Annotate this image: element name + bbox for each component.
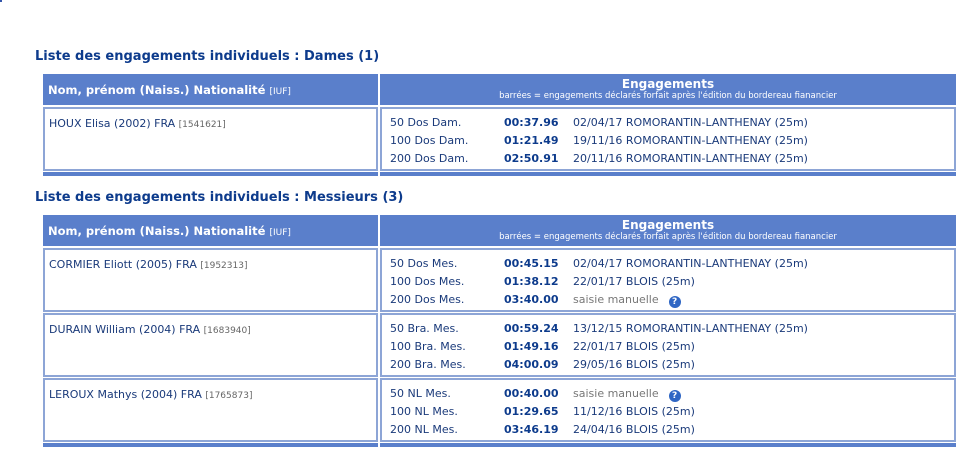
entry-event: 200 Dos Mes. [390, 293, 465, 306]
entry-row: 200 Bra. Mes. 04:00.09 29/05/16 BLOIS (2… [390, 358, 950, 376]
table-messieurs: Nom, prénom (Naiss.) Nationalité [IUF] E… [43, 215, 956, 450]
entry-row: 200 Dos Dam. 02:50.91 20/11/16 ROMORANTI… [390, 152, 950, 170]
entry-time: 00:40.00 [504, 387, 559, 400]
header-eng-col: Engagements barrées = engagements déclar… [380, 215, 956, 246]
swimmer-link[interactable]: CORMIER Eliott (2005) FRA [49, 258, 197, 271]
help-icon[interactable]: ? [668, 390, 681, 402]
header-eng-note: barrées = engagements déclarés forfait a… [499, 232, 837, 242]
entries-cell: 50 NL Mes. 00:40.00 saisie manuelle? 100… [380, 378, 956, 442]
entry-event: 50 Dos Dam. [390, 116, 462, 129]
swimmer-name: CORMIER Eliott (2005) FRA [1952313] [49, 258, 247, 271]
entry-detail: 13/12/15 ROMORANTIN-LANTHENAY (25m) [573, 322, 808, 335]
swimmer-name: LEROUX Mathys (2004) FRA [1765873] [49, 388, 252, 401]
header-iuf-label: [IUF] [269, 228, 291, 238]
entry-time: 03:40.00 [504, 293, 559, 306]
entry-row: 100 NL Mes. 01:29.65 11/12/16 BLOIS (25m… [390, 405, 950, 423]
entry-row: 50 Bra. Mes. 00:59.24 13/12/15 ROMORANTI… [390, 322, 950, 340]
entry-detail: 11/12/16 BLOIS (25m) [573, 405, 695, 418]
entry-row: 50 Dos Dam. 00:37.96 02/04/17 ROMORANTIN… [390, 116, 950, 134]
header-name-label: Nom, prénom (Naiss.) Nationalité [48, 83, 266, 97]
table-footer-left [43, 443, 378, 447]
entries-cell: 50 Dos Mes. 00:45.15 02/04/17 ROMORANTIN… [380, 248, 956, 312]
header-eng-note: barrées = engagements déclarés forfait a… [499, 91, 837, 101]
entry-event: 50 Bra. Mes. [390, 322, 459, 335]
entries-cell: 50 Bra. Mes. 00:59.24 13/12/15 ROMORANTI… [380, 313, 956, 377]
entry-event: 200 NL Mes. [390, 423, 458, 436]
table-dames: Nom, prénom (Naiss.) Nationalité [IUF] E… [43, 74, 956, 176]
entry-time: 01:21.49 [504, 134, 559, 147]
swimmer-cell: CORMIER Eliott (2005) FRA [1952313] [43, 248, 378, 312]
header-eng-label: Engagements [621, 218, 715, 232]
entries-cell: 50 Dos Dam. 00:37.96 02/04/17 ROMORANTIN… [380, 107, 956, 171]
swimmer-iuf: [1765873] [205, 391, 253, 401]
entry-time: 00:59.24 [504, 322, 559, 335]
entry-detail: 02/04/17 ROMORANTIN-LANTHENAY (25m) [573, 257, 808, 270]
entry-row: 200 NL Mes. 03:46.19 24/04/16 BLOIS (25m… [390, 423, 950, 441]
swimmer-iuf: [1683940] [203, 326, 251, 336]
header-name-label: Nom, prénom (Naiss.) Nationalité [48, 224, 266, 238]
entry-row: 100 Dos Mes. 01:38.12 22/01/17 BLOIS (25… [390, 275, 950, 293]
entry-time: 00:45.15 [504, 257, 559, 270]
swimmer-cell: DURAIN William (2004) FRA [1683940] [43, 313, 378, 377]
entry-event: 100 Dos Dam. [390, 134, 469, 147]
swimmer-name: DURAIN William (2004) FRA [1683940] [49, 323, 251, 336]
header-name-col: Nom, prénom (Naiss.) Nationalité [IUF] [43, 215, 378, 246]
entry-event: 100 Dos Mes. [390, 275, 465, 288]
table-footer-right [380, 443, 956, 447]
table-footer-left [43, 172, 378, 176]
entry-time: 03:46.19 [504, 423, 559, 436]
swimmer-iuf: [1952313] [200, 261, 248, 271]
entry-time: 01:29.65 [504, 405, 559, 418]
entry-row: 100 Dos Dam. 01:21.49 19/11/16 ROMORANTI… [390, 134, 950, 152]
swimmer-link[interactable]: LEROUX Mathys (2004) FRA [49, 388, 202, 401]
header-iuf-label: [IUF] [269, 87, 291, 97]
entry-detail: 19/11/16 ROMORANTIN-LANTHENAY (25m) [573, 134, 808, 147]
entry-detail: 22/01/17 BLOIS (25m) [573, 340, 695, 353]
swimmer-iuf: [1541621] [178, 120, 226, 130]
entry-detail: saisie manuelle? [573, 387, 681, 402]
entry-event: 100 Bra. Mes. [390, 340, 466, 353]
entry-detail: 22/01/17 BLOIS (25m) [573, 275, 695, 288]
entry-event: 200 Dos Dam. [390, 152, 469, 165]
swimmer-cell: LEROUX Mathys (2004) FRA [1765873] [43, 378, 378, 442]
entry-detail: 24/04/16 BLOIS (25m) [573, 423, 695, 436]
header-name-col: Nom, prénom (Naiss.) Nationalité [IUF] [43, 74, 378, 105]
manual-entry-label: saisie manuelle [573, 293, 659, 306]
entry-event: 200 Bra. Mes. [390, 358, 466, 371]
corner-dot [0, 0, 2, 2]
entry-time: 02:50.91 [504, 152, 559, 165]
header-eng-col: Engagements barrées = engagements déclar… [380, 74, 956, 105]
help-icon[interactable]: ? [668, 296, 681, 308]
entry-detail: saisie manuelle? [573, 293, 681, 308]
entry-event: 50 NL Mes. [390, 387, 451, 400]
entry-detail: 20/11/16 ROMORANTIN-LANTHENAY (25m) [573, 152, 808, 165]
section-title-messieurs: Liste des engagements individuels : Mess… [35, 190, 404, 205]
swimmer-cell: HOUX Elisa (2002) FRA [1541621] [43, 107, 378, 171]
entry-time: 01:49.16 [504, 340, 559, 353]
header-eng-label: Engagements [621, 77, 715, 91]
swimmer-link[interactable]: HOUX Elisa (2002) FRA [49, 117, 175, 130]
entry-detail: 29/05/16 BLOIS (25m) [573, 358, 695, 371]
entry-time: 04:00.09 [504, 358, 559, 371]
entry-event: 50 Dos Mes. [390, 257, 458, 270]
entry-time: 00:37.96 [504, 116, 559, 129]
entry-time: 01:38.12 [504, 275, 559, 288]
entry-event: 100 NL Mes. [390, 405, 458, 418]
table-footer-right [380, 172, 956, 176]
manual-entry-label: saisie manuelle [573, 387, 659, 400]
swimmer-link[interactable]: DURAIN William (2004) FRA [49, 323, 200, 336]
entry-row: 50 NL Mes. 00:40.00 saisie manuelle? [390, 387, 950, 405]
entry-row: 50 Dos Mes. 00:45.15 02/04/17 ROMORANTIN… [390, 257, 950, 275]
entry-row: 200 Dos Mes. 03:40.00 saisie manuelle? [390, 293, 950, 311]
entry-row: 100 Bra. Mes. 01:49.16 22/01/17 BLOIS (2… [390, 340, 950, 358]
section-title-dames: Liste des engagements individuels : Dame… [35, 49, 380, 64]
swimmer-name: HOUX Elisa (2002) FRA [1541621] [49, 117, 226, 130]
entry-detail: 02/04/17 ROMORANTIN-LANTHENAY (25m) [573, 116, 808, 129]
